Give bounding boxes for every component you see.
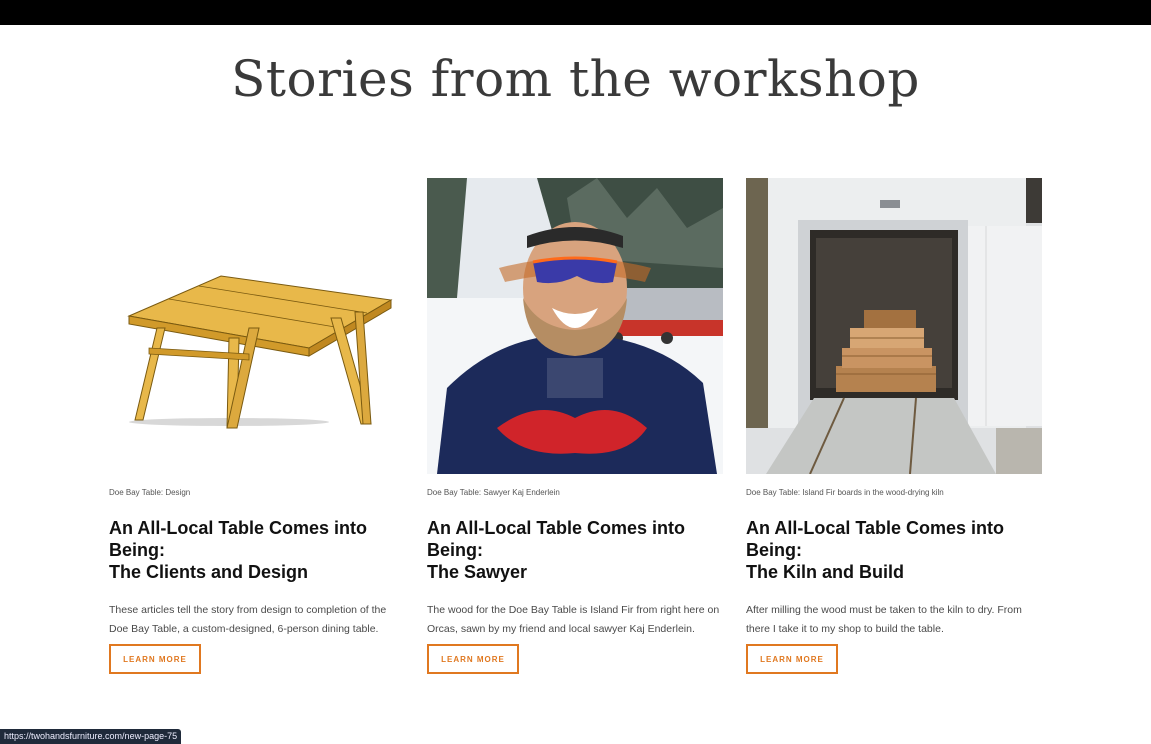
card-title[interactable]: An All-Local Table Comes into Being: The… (746, 517, 1042, 583)
story-card-sawyer: Doe Bay Table: Sawyer Kaj Enderlein An A… (427, 178, 723, 674)
learn-more-button[interactable]: LEARN MORE (746, 644, 838, 674)
learn-more-button[interactable]: LEARN MORE (109, 644, 201, 674)
status-bar-url: https://twohandsfurniture.com/new-page-7… (0, 729, 182, 744)
sawyer-photo-image (427, 178, 723, 474)
page-title: Stories from the workshop (231, 50, 920, 108)
top-bar (0, 0, 1151, 25)
card-image-design[interactable] (109, 178, 405, 474)
card-description: After milling the wood must be taken to … (746, 604, 1022, 635)
card-title-line1: An All-Local Table Comes into Being: (746, 518, 1005, 560)
card-title-line1: An All-Local Table Comes into Being: (109, 518, 368, 560)
card-title-line2: The Kiln and Build (746, 562, 904, 582)
card-caption: Doe Bay Table: Sawyer Kaj Enderlein (427, 488, 560, 497)
card-title-line2: The Sawyer (427, 562, 528, 582)
learn-more-button[interactable]: LEARN MORE (427, 644, 519, 674)
card-caption: Doe Bay Table: Island Fir boards in the … (746, 488, 944, 497)
card-title-line2: The Clients and Design (109, 562, 309, 582)
card-image-kiln[interactable] (746, 178, 1042, 474)
card-caption: Doe Bay Table: Design (109, 488, 191, 497)
card-description: These articles tell the story from desig… (109, 604, 387, 635)
card-title[interactable]: An All-Local Table Comes into Being: The… (109, 517, 405, 583)
card-description: The wood for the Doe Bay Table is Island… (427, 604, 720, 635)
card-title-line1: An All-Local Table Comes into Being: (427, 518, 686, 560)
table-render-image (109, 178, 405, 474)
card-image-sawyer[interactable] (427, 178, 723, 474)
card-title[interactable]: An All-Local Table Comes into Being: The… (427, 517, 723, 583)
story-card-kiln: Doe Bay Table: Island Fir boards in the … (746, 178, 1042, 674)
kiln-photo-image (746, 178, 1042, 474)
story-card-design: Doe Bay Table: Design An All-Local Table… (109, 178, 405, 674)
